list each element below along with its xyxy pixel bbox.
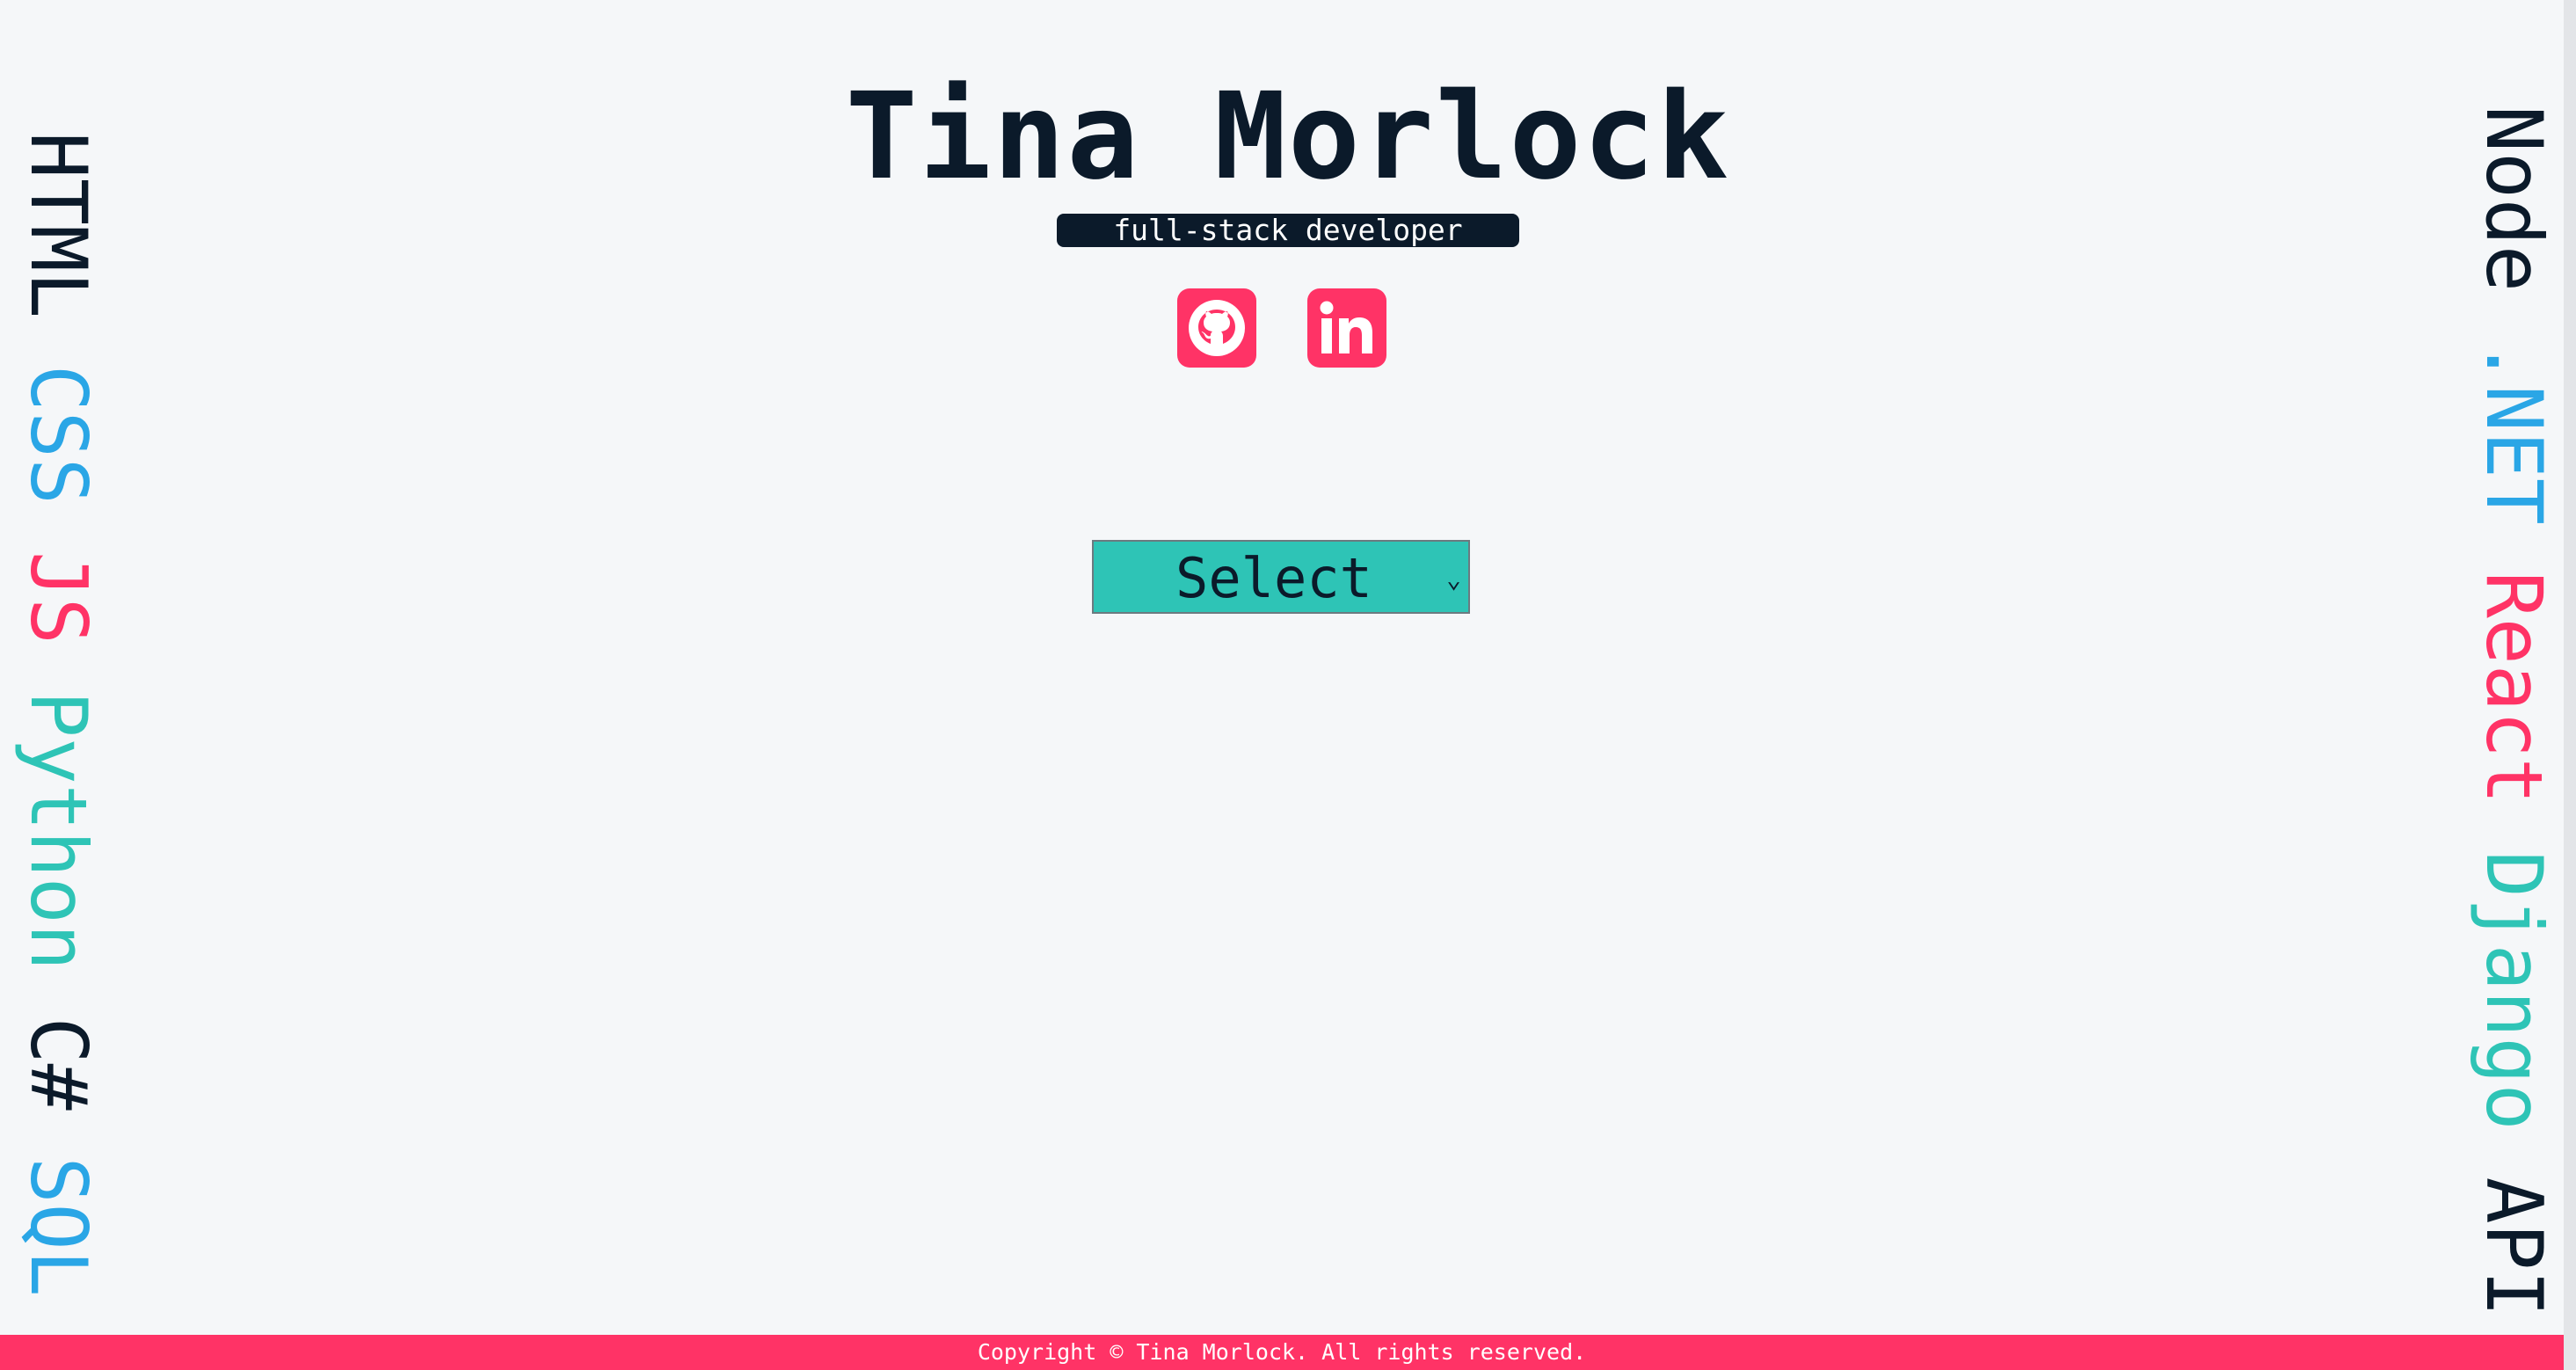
right-skills-list: Node .NET React Django API	[2469, 106, 2559, 1317]
github-icon	[1189, 300, 1245, 356]
portfolio-page: HTML CSS JS Python C# SQL Node .NET Reac…	[0, 0, 2576, 1370]
linkedin-link[interactable]	[1307, 288, 1386, 368]
skill-sql: SQL	[13, 1156, 104, 1297]
tagline-container: full-stack developer	[0, 214, 2576, 247]
skill-css: CSS	[13, 364, 104, 505]
social-links	[1177, 288, 1386, 368]
page-title: Tina Morlock	[845, 68, 1731, 207]
copyright-text: Copyright © Tina Morlock. All rights res…	[977, 1339, 1587, 1365]
skill-js: JS	[13, 550, 104, 645]
skill-dotnet: .NET	[2469, 338, 2559, 525]
skill-csharp: C#	[13, 1017, 104, 1111]
section-select[interactable]: Select ⌄	[1092, 540, 1470, 614]
skill-react: React	[2469, 571, 2559, 805]
github-link[interactable]	[1177, 288, 1256, 368]
select-value: Select	[1175, 546, 1372, 610]
skill-python: Python	[13, 690, 104, 971]
footer: Copyright © Tina Morlock. All rights res…	[0, 1335, 2564, 1370]
left-skills-list: HTML CSS JS Python C# SQL	[13, 132, 104, 1297]
skill-api: API	[2469, 1177, 2559, 1317]
chevron-down-icon: ⌄	[1446, 565, 1461, 594]
page-header: Tina Morlock	[0, 77, 2576, 197]
linkedin-icon	[1320, 301, 1372, 353]
scrollbar-track[interactable]	[2564, 0, 2576, 1370]
tagline-badge: full-stack developer	[1057, 214, 1519, 247]
skill-django: Django	[2469, 850, 2559, 1131]
